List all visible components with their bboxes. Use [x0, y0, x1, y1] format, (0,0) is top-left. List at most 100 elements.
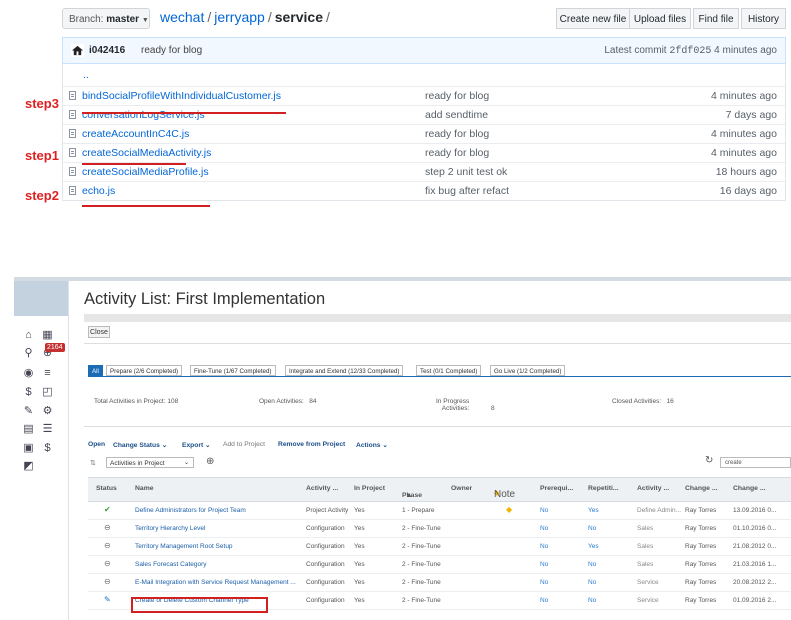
change-status-button[interactable]: Change Status ⌄: [113, 441, 167, 449]
prerequisite[interactable]: No: [540, 543, 548, 550]
parent-dir-link[interactable]: ..: [83, 64, 89, 86]
col-name[interactable]: Name: [135, 485, 154, 492]
repetitive[interactable]: No: [588, 597, 596, 604]
repetitive[interactable]: Yes: [588, 543, 599, 550]
find-file-button[interactable]: Find file: [693, 8, 739, 29]
table-icon[interactable]: ☰: [41, 423, 54, 436]
file-row[interactable]: echo.js fix bug after refact 16 days ago: [63, 182, 785, 200]
branch-selector[interactable]: Branch: master ▼: [62, 8, 150, 29]
tab-fine-tune[interactable]: Fine-Tune (1/67 Completed): [190, 365, 276, 376]
activity-name-link[interactable]: Define Administrators for Project Team: [135, 507, 246, 514]
commit-sha[interactable]: 2fdf025: [669, 46, 711, 57]
prerequisite[interactable]: No: [540, 597, 548, 604]
file-commit-message[interactable]: ready for blog: [425, 87, 489, 105]
col-status[interactable]: Status: [96, 485, 117, 492]
document-icon[interactable]: ▣: [22, 442, 35, 455]
upload-files-button[interactable]: Upload files: [630, 8, 691, 29]
file-name[interactable]: conversationLogService.js: [82, 106, 205, 124]
col-changed-by[interactable]: Change ...: [685, 485, 717, 492]
chart-icon[interactable]: ◰: [41, 386, 54, 399]
activity-name-link[interactable]: E-Mail Integration with Service Request …: [135, 579, 296, 586]
file-name[interactable]: echo.js: [82, 182, 115, 200]
notification-badge: 2164: [45, 343, 65, 352]
add-to-project-button[interactable]: Add to Project: [223, 441, 265, 448]
table-row[interactable]: ✔ Define Administrators for Project Team…: [88, 502, 791, 520]
commit-author[interactable]: i042416: [89, 45, 125, 56]
prerequisite[interactable]: No: [540, 525, 548, 532]
col-changed-on[interactable]: Change ...: [733, 485, 765, 492]
activity-name-link[interactable]: Territory Management Root Setup: [135, 543, 233, 550]
col-in-project[interactable]: In Project: [354, 485, 385, 492]
settings-icon[interactable]: ⚙: [41, 405, 54, 418]
col-repetitive[interactable]: Repetiti...: [588, 485, 619, 492]
file-commit-message[interactable]: step 2 unit test ok: [425, 163, 507, 181]
file-commit-message[interactable]: ready for blog: [425, 144, 489, 162]
file-row[interactable]: createAccountInC4C.js ready for blog 4 m…: [63, 125, 785, 144]
open-activities: Open Activities: 84: [259, 398, 316, 405]
col-phase[interactable]: Phase ▲: [402, 485, 422, 499]
file-row[interactable]: bindSocialProfileWithIndividualCustomer.…: [63, 87, 785, 106]
repetitive[interactable]: No: [588, 525, 596, 532]
calendar-icon[interactable]: ▦: [41, 329, 54, 342]
tab-go-live[interactable]: Go Live (1/2 Completed): [490, 365, 566, 376]
repetitive[interactable]: No: [588, 579, 596, 586]
table-row[interactable]: ⊖ E-Mail Integration with Service Reques…: [88, 574, 791, 592]
col-activity-type[interactable]: Activity ...: [306, 485, 338, 492]
breadcrumb-repo[interactable]: jerryapp: [214, 9, 265, 25]
file-row[interactable]: createSocialMediaActivity.js ready for b…: [63, 144, 785, 163]
export-button[interactable]: Export ⌄: [182, 441, 211, 449]
file-name[interactable]: bindSocialProfileWithIndividualCustomer.…: [82, 87, 281, 105]
repetitive[interactable]: Yes: [588, 507, 599, 514]
activity-name-link[interactable]: Sales Forecast Category: [135, 561, 207, 568]
activity-name-link[interactable]: Territory Hierarchy Level: [135, 525, 205, 532]
prerequisite[interactable]: No: [540, 579, 548, 586]
chat-icon[interactable]: ▤: [22, 423, 35, 436]
col-prerequisite[interactable]: Prerequi...: [540, 485, 573, 492]
changed-by: Ray Torres: [685, 561, 717, 568]
money-icon[interactable]: $: [22, 386, 35, 399]
parent-dir-row[interactable]: ..: [63, 64, 785, 87]
prerequisite[interactable]: No: [540, 507, 548, 514]
dollar-doc-icon[interactable]: $: [41, 442, 54, 455]
file-commit-message[interactable]: fix bug after refact: [425, 182, 509, 200]
prerequisite[interactable]: No: [540, 561, 548, 568]
table-row[interactable]: ⊖ Territory Hierarchy Level Configuratio…: [88, 520, 791, 538]
refresh-icon[interactable]: ↻: [705, 455, 713, 466]
tab-integrate[interactable]: Integrate and Extend (12/33 Completed): [285, 365, 404, 376]
analytics-icon[interactable]: ◩: [22, 460, 35, 473]
create-new-file-button[interactable]: Create new file: [556, 8, 630, 29]
col-activity-area[interactable]: Activity ...: [637, 485, 669, 492]
people-list-icon[interactable]: ≡: [41, 367, 54, 380]
search-input[interactable]: create: [720, 457, 791, 468]
note-icon[interactable]: ◆: [506, 505, 512, 514]
file-name[interactable]: createSocialMediaProfile.js: [82, 163, 209, 181]
file-row[interactable]: createSocialMediaProfile.js step 2 unit …: [63, 163, 785, 182]
table-row[interactable]: ⊖ Sales Forecast Category Configuration …: [88, 556, 791, 574]
tab-all[interactable]: All: [88, 365, 103, 376]
view-selector[interactable]: Activities in Project ⌄: [106, 457, 194, 468]
file-name[interactable]: createAccountInC4C.js: [82, 125, 189, 143]
commit-message[interactable]: ready for blog: [141, 45, 202, 56]
table-row[interactable]: ⊖ Territory Management Root Setup Config…: [88, 538, 791, 556]
person-icon[interactable]: ◉: [22, 367, 35, 380]
close-button[interactable]: Close: [88, 326, 110, 338]
file-row[interactable]: conversationLogService.js add sendtime 7…: [63, 106, 785, 125]
history-button[interactable]: History: [741, 8, 786, 29]
repetitive[interactable]: No: [588, 561, 596, 568]
col-owner[interactable]: Owner: [451, 485, 472, 492]
changed-on: 21.03.2016 1...: [733, 561, 777, 568]
search-icon[interactable]: ⚲: [22, 347, 35, 360]
open-button[interactable]: Open: [88, 441, 105, 448]
tab-prepare[interactable]: Prepare (2/6 Completed): [106, 365, 183, 376]
remove-from-project-button[interactable]: Remove from Project: [278, 441, 345, 448]
home-icon[interactable]: ⌂: [22, 329, 35, 342]
breadcrumb-owner[interactable]: wechat: [160, 9, 204, 25]
sort-icon[interactable]: ⇅: [90, 459, 96, 467]
edit-icon[interactable]: ✎: [22, 405, 35, 418]
file-commit-message[interactable]: ready for blog: [425, 125, 489, 143]
file-commit-message[interactable]: add sendtime: [425, 106, 488, 124]
zoom-icon[interactable]: ⊕: [206, 456, 214, 467]
tab-test[interactable]: Test (0/1 Completed): [416, 365, 482, 376]
file-name[interactable]: createSocialMediaActivity.js: [82, 144, 211, 162]
actions-button[interactable]: Actions ⌄: [356, 441, 388, 449]
